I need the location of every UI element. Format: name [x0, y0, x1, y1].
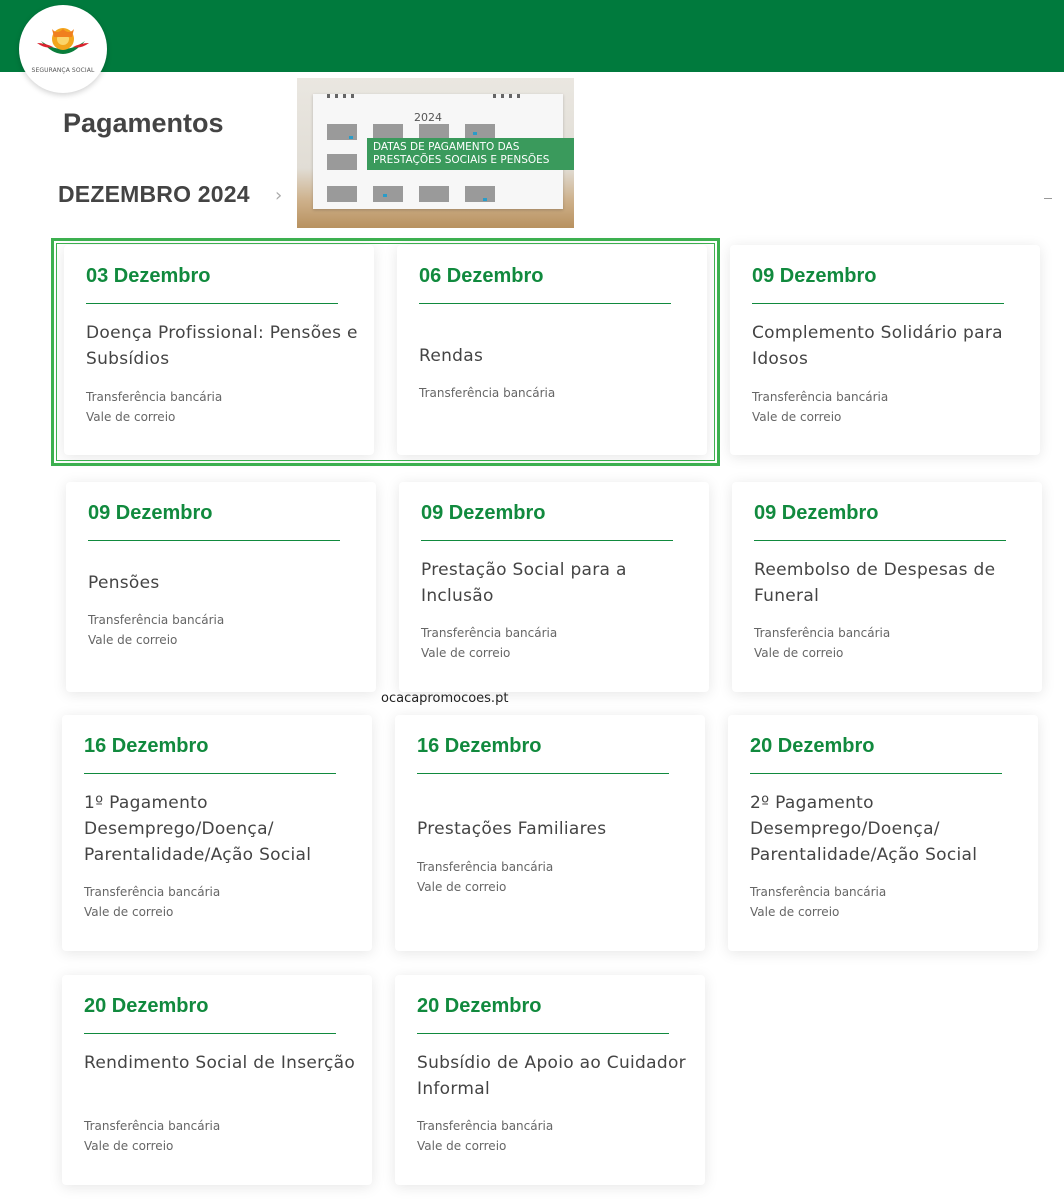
card-divider [84, 773, 336, 774]
card-method: Transferência bancária [421, 626, 558, 640]
card-method: Transferência bancária [84, 885, 221, 899]
card-divider [752, 303, 1004, 304]
watermark-text: ocacapromocoes.pt [381, 691, 509, 706]
logo-emblem-icon [37, 28, 89, 54]
card-divider [419, 303, 671, 304]
card-title: Reembolso de Despesas de Funeral [754, 560, 996, 606]
page-title: Pagamentos [63, 108, 224, 138]
payment-card[interactable]: 20 Dezembro Subsídio de Apoio ao Cuidado… [395, 975, 705, 1185]
card-method: Vale de correio [754, 646, 844, 660]
card-method: Vale de correio [750, 905, 840, 919]
banner-caption-line2: PRESTAÇÕES SOCIAIS E PENSÕES [373, 154, 550, 166]
payment-card[interactable]: 06 Dezembro Rendas Transferência bancári… [397, 245, 707, 455]
top-bar [0, 0, 1064, 72]
payment-card[interactable]: 09 Dezembro Prestação Social para a Incl… [399, 482, 709, 692]
card-method: Transferência bancária [417, 860, 554, 874]
card-date: 09 Dezembro [88, 502, 213, 524]
card-method: Transferência bancária [750, 885, 887, 899]
card-method: Transferência bancária [752, 390, 889, 404]
logo-text: SEGURANÇA SOCIAL [31, 67, 95, 74]
card-date: 06 Dezembro [419, 265, 544, 287]
card-method: Vale de correio [84, 1139, 174, 1153]
payment-card[interactable]: 16 Dezembro 1º Pagamento Desemprego/Doen… [62, 715, 372, 951]
payment-card[interactable]: 16 Dezembro Prestações Familiares Transf… [395, 715, 705, 951]
banner-caption-line1: DATAS DE PAGAMENTO DAS [373, 141, 520, 153]
banner-year: 2024 [414, 111, 442, 124]
card-date: 09 Dezembro [754, 502, 879, 524]
card-divider [750, 773, 1002, 774]
card-divider [88, 540, 340, 541]
payment-card[interactable]: 09 Dezembro Reembolso de Despesas de Fun… [732, 482, 1042, 692]
card-date: 16 Dezembro [84, 735, 209, 757]
payment-card[interactable]: 09 Dezembro Complemento Solidário para I… [730, 245, 1040, 455]
card-method: Vale de correio [752, 410, 842, 424]
card-method: Transferência bancária [86, 390, 223, 404]
card-divider [754, 540, 1006, 541]
payment-card[interactable]: 20 Dezembro 2º Pagamento Desemprego/Doen… [728, 715, 1038, 951]
card-divider [421, 540, 673, 541]
card-date: 03 Dezembro [86, 265, 211, 287]
card-title: Doença Profissional: Pensões e Subsídios [86, 323, 358, 369]
card-divider [84, 1033, 336, 1034]
card-method: Vale de correio [86, 410, 176, 424]
card-method: Vale de correio [421, 646, 511, 660]
card-title: Rendimento Social de Inserção [84, 1053, 356, 1073]
card-title: Pensões [88, 573, 160, 593]
card-date: 16 Dezembro [417, 735, 542, 757]
card-title: Rendas [419, 346, 484, 366]
card-title: 2º Pagamento Desemprego/Doença/ Parental… [750, 793, 978, 865]
card-title: Prestações Familiares [417, 819, 607, 839]
payment-calendar-banner: 2024 DATAS DE PAGAMENTO DAS PRESTAÇÕES S… [297, 78, 574, 228]
card-date: 09 Dezembro [752, 265, 877, 287]
card-date: 09 Dezembro [421, 502, 546, 524]
divider [1044, 198, 1052, 199]
card-title: Prestação Social para a Inclusão [421, 560, 627, 606]
card-method: Transferência bancária [754, 626, 891, 640]
payment-card[interactable]: 03 Dezembro Doença Profissional: Pensões… [64, 245, 374, 455]
card-method: Vale de correio [84, 905, 174, 919]
seguranca-social-logo[interactable]: SEGURANÇA SOCIAL [19, 5, 107, 93]
card-method: Vale de correio [88, 633, 178, 647]
card-title: Complemento Solidário para Idosos [752, 323, 1003, 369]
card-method: Transferência bancária [417, 1119, 554, 1133]
banner-caption: DATAS DE PAGAMENTO DAS PRESTAÇÕES SOCIAI… [367, 138, 574, 170]
payment-card[interactable]: 09 Dezembro Pensões Transferência bancár… [66, 482, 376, 692]
card-method: Vale de correio [417, 880, 507, 894]
card-method: Vale de correio [417, 1139, 507, 1153]
payment-card[interactable]: 20 Dezembro Rendimento Social de Inserçã… [62, 975, 372, 1185]
card-date: 20 Dezembro [417, 995, 542, 1017]
card-method: Transferência bancária [88, 613, 225, 627]
card-divider [417, 773, 669, 774]
card-title: Subsídio de Apoio ao Cuidador Informal [417, 1053, 686, 1099]
card-divider [417, 1033, 669, 1034]
card-method: Transferência bancária [84, 1119, 221, 1133]
card-date: 20 Dezembro [84, 995, 209, 1017]
chevron-right-icon[interactable]: › [275, 185, 282, 206]
card-divider [86, 303, 338, 304]
card-method: Transferência bancária [419, 386, 556, 400]
card-title: 1º Pagamento Desemprego/Doença/ Parental… [84, 793, 312, 865]
month-label[interactable]: DEZEMBRO 2024 [58, 181, 250, 208]
card-date: 20 Dezembro [750, 735, 875, 757]
